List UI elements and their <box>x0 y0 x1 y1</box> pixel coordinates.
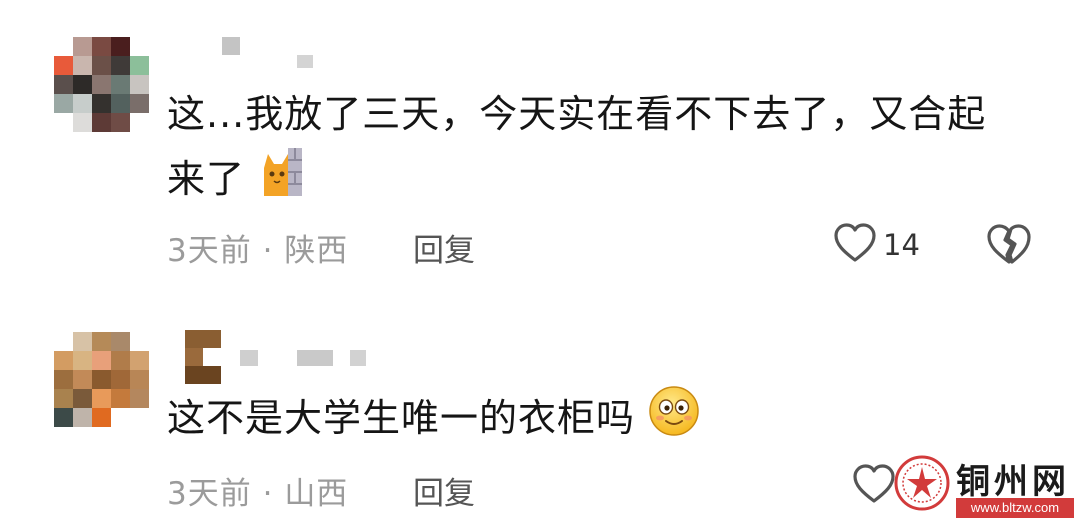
comment-text-line: 这不是大学生唯一的衣柜吗 <box>167 396 636 440</box>
comment-item: 这...我放了三天，今天实在看不下去了，又合起 来了 3天前 · 陕西 回复 1… <box>0 0 1080 290</box>
like-button[interactable]: 14 <box>833 222 920 268</box>
comment-meta: 3天前 · 山西 <box>167 468 348 513</box>
dislike-button[interactable] <box>986 222 1032 270</box>
username[interactable] <box>185 330 375 386</box>
avatar[interactable] <box>54 332 149 427</box>
reply-button[interactable]: 回复 <box>413 468 475 513</box>
cat-behind-wall-emoji <box>258 146 306 217</box>
username[interactable] <box>222 37 322 71</box>
smiling-face-emoji <box>648 385 700 456</box>
avatar[interactable] <box>54 37 149 132</box>
comment-text: 这...我放了三天，今天实在看不下去了，又合起 来了 <box>167 83 986 217</box>
like-button[interactable] <box>852 463 896 509</box>
watermark-name: 铜州网 <box>956 462 1070 502</box>
comment-text-line: 这...我放了三天，今天实在看不下去了，又合起 <box>167 92 987 136</box>
heart-outline-icon <box>852 463 896 509</box>
watermark-logo-icon <box>894 455 950 511</box>
broken-heart-icon <box>986 224 1032 270</box>
comment-time: 3天前 <box>167 476 252 512</box>
comment-text: 这不是大学生唯一的衣柜吗 <box>167 385 700 456</box>
reply-button[interactable]: 回复 <box>413 225 475 270</box>
watermark: 铜州网 www.bltzw.com <box>894 452 1080 522</box>
comment-meta: 3天前 · 陕西 <box>167 225 348 270</box>
meta-separator: · <box>262 233 274 269</box>
comment-time: 3天前 <box>167 233 252 269</box>
comment-location: 陕西 <box>284 233 349 269</box>
heart-outline-icon <box>833 222 877 268</box>
like-count: 14 <box>883 228 920 262</box>
comment-text-line: 来了 <box>167 146 986 217</box>
comment-location: 山西 <box>284 476 349 512</box>
meta-separator: · <box>262 476 274 512</box>
watermark-url: www.bltzw.com <box>956 498 1074 518</box>
comment-text-line2: 来了 <box>167 157 246 201</box>
